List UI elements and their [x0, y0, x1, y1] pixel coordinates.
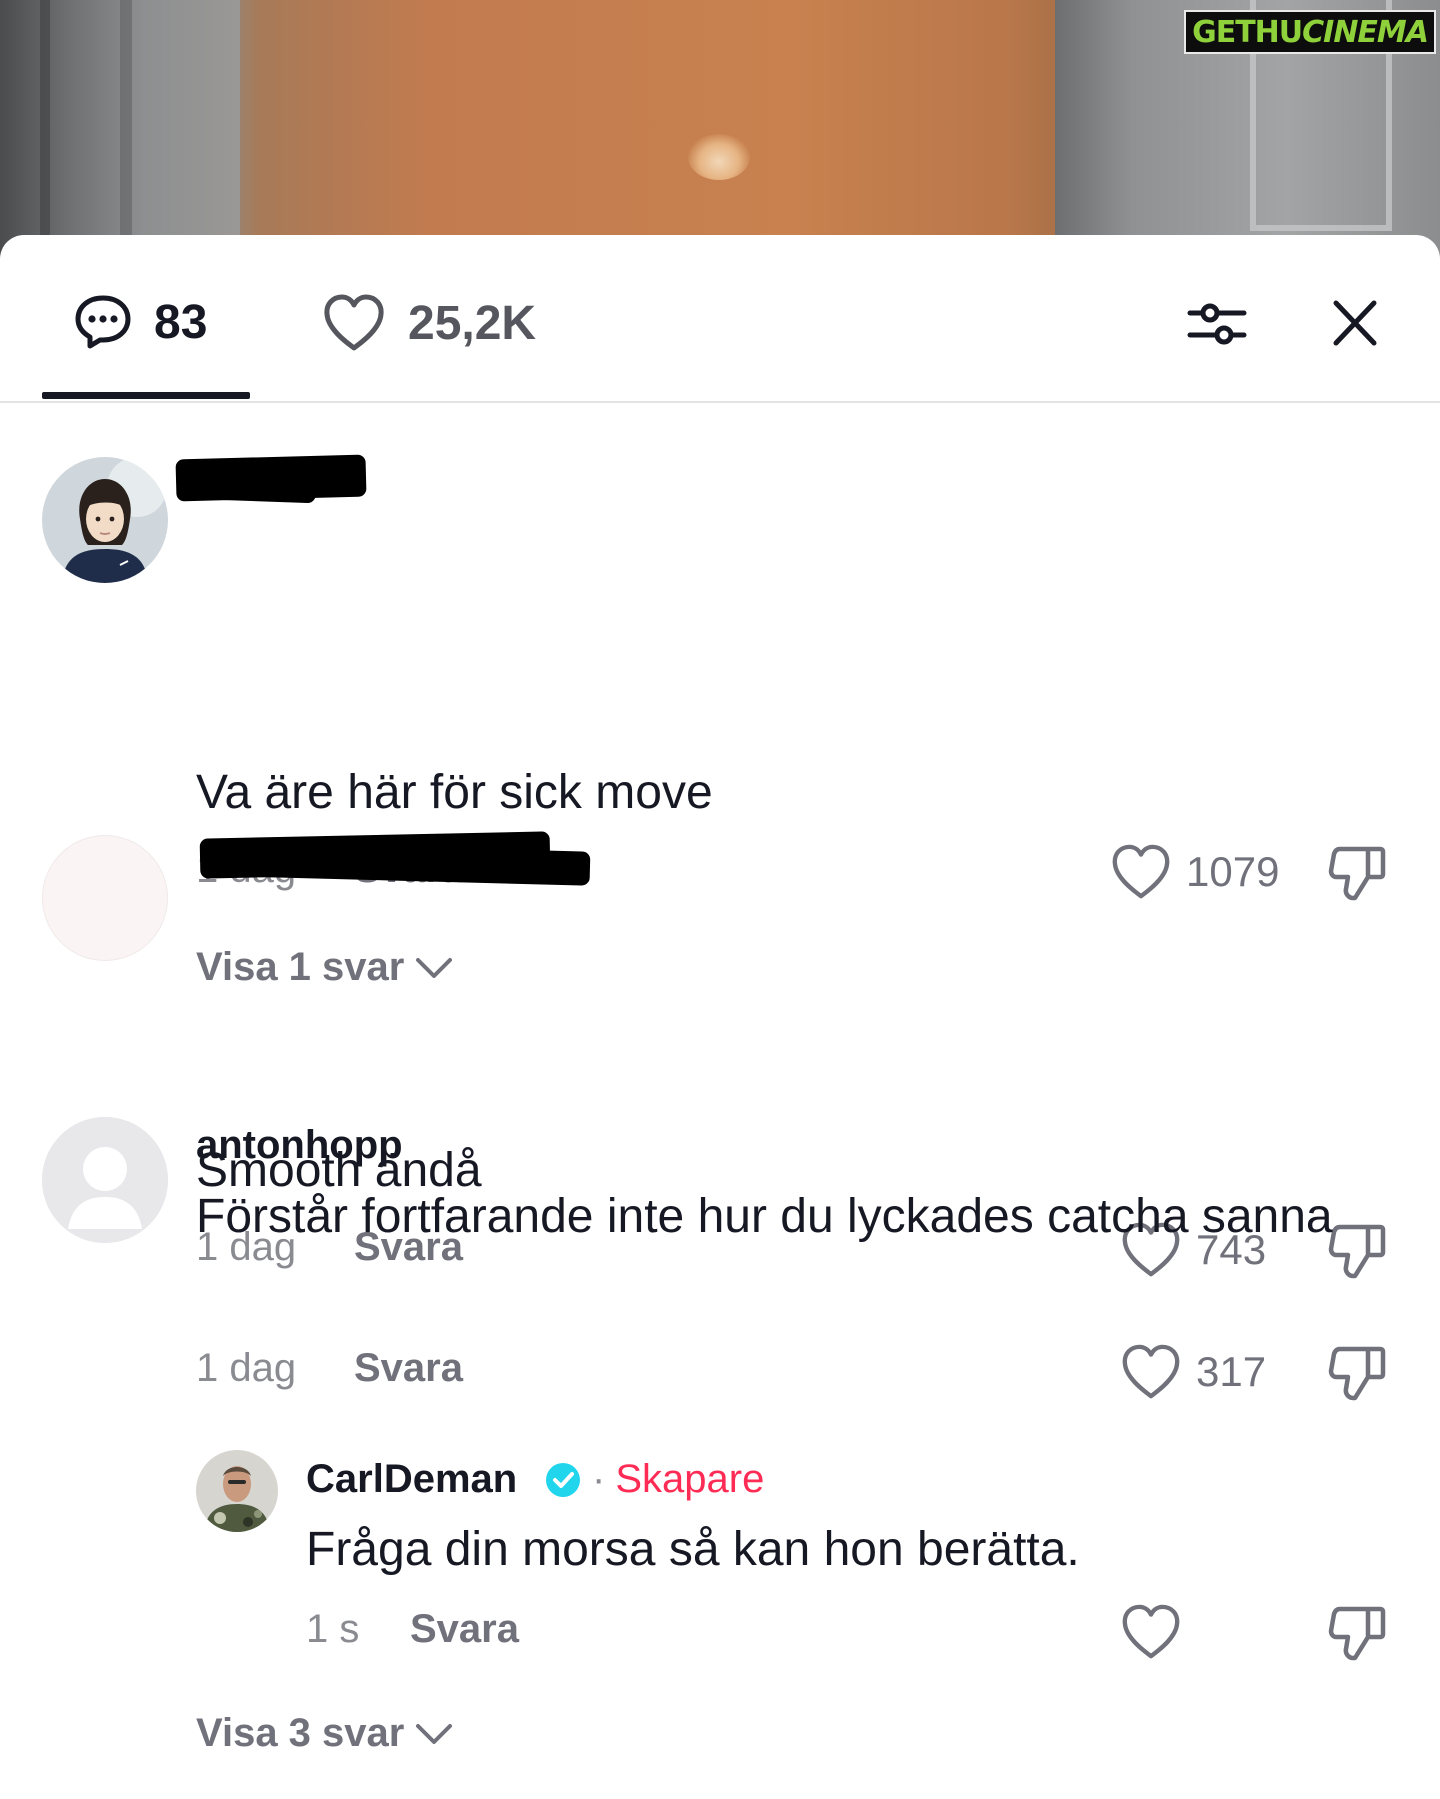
like-button[interactable]: 1079	[1110, 843, 1279, 901]
like-count: 317	[1196, 1348, 1267, 1395]
comment-text: Förstår fortfarande inte hur du lyckades…	[196, 1190, 1333, 1243]
comment-username[interactable]: antonhopp	[196, 1123, 403, 1168]
filter-button[interactable]	[1186, 293, 1248, 355]
close-icon	[1333, 300, 1377, 346]
chevron-down-icon	[416, 1723, 453, 1744]
video-wall-edge	[120, 0, 132, 260]
thumbs-down-icon	[1328, 1606, 1386, 1661]
avatar-photo	[196, 1450, 278, 1532]
video-background: GETHU CINEMA	[0, 0, 1440, 260]
sheet-header: 83 25,2K	[0, 235, 1440, 403]
filter-sliders-icon	[1187, 303, 1247, 345]
avatar[interactable]	[42, 835, 168, 961]
close-button[interactable]	[1330, 293, 1380, 355]
like-count: 1079	[1186, 848, 1280, 895]
tab-likes[interactable]: 25,2K	[322, 293, 536, 353]
active-tab-indicator	[42, 392, 250, 399]
like-button[interactable]	[1120, 1603, 1196, 1661]
heart-icon	[1112, 844, 1170, 899]
view-replies-label: Visa 3 svar	[196, 1711, 405, 1755]
tab-comments[interactable]: 83	[74, 293, 207, 351]
avatar[interactable]	[196, 1450, 278, 1532]
comment-bubble-icon	[75, 295, 131, 349]
creator-badge: · Skapare	[544, 1457, 764, 1502]
watermark-logo: GETHU CINEMA	[1184, 10, 1436, 54]
thumbs-down-icon	[1328, 846, 1386, 901]
comment-text: Va äre här för sick move	[196, 766, 713, 819]
heart-icon	[324, 294, 384, 351]
likes-count: 25,2K	[408, 296, 537, 350]
dislike-button[interactable]	[1328, 1603, 1386, 1668]
thumbs-down-icon	[1328, 1346, 1386, 1401]
view-replies-button[interactable]: Visa 3 svar	[196, 1711, 454, 1756]
chevron-down-icon	[416, 957, 453, 978]
reply-timestamp: 1 s	[306, 1607, 360, 1651]
reply-text: Fråga din morsa så kan hon berätta.	[306, 1523, 1080, 1576]
creator-label: Skapare	[615, 1457, 765, 1501]
watermark-text: CINEMA	[1302, 14, 1429, 50]
reply-button[interactable]: Svara	[410, 1607, 519, 1652]
comments-sheet: 83 25,2K Va äre här för sick move 1079 V…	[0, 235, 1440, 1799]
default-user-icon	[42, 1117, 168, 1243]
watermark-text: GETHU	[1192, 14, 1303, 50]
verified-check-icon	[546, 1462, 580, 1497]
video-wall-edge	[40, 0, 50, 260]
redaction-mark	[185, 462, 317, 504]
comments-count: 83	[154, 295, 208, 349]
avatar[interactable]	[42, 1117, 168, 1243]
dislike-button[interactable]	[1328, 1343, 1386, 1408]
heart-icon	[1122, 1604, 1180, 1659]
avatar-illustration	[42, 457, 168, 583]
heart-icon	[1122, 1344, 1180, 1399]
view-replies-label: Visa 1 svar	[196, 945, 405, 989]
view-replies-button[interactable]: Visa 1 svar	[196, 945, 454, 990]
reply-button[interactable]: Svara	[354, 1346, 463, 1391]
video-ceiling-lamp	[688, 134, 750, 180]
avatar[interactable]	[42, 457, 168, 583]
like-button[interactable]: 317	[1120, 1343, 1266, 1401]
separator-dot: ·	[592, 1457, 606, 1501]
dislike-button[interactable]	[1328, 843, 1386, 908]
reply-username[interactable]: CarlDeman	[306, 1457, 517, 1502]
comment-timestamp: 1 dag	[196, 1346, 297, 1390]
